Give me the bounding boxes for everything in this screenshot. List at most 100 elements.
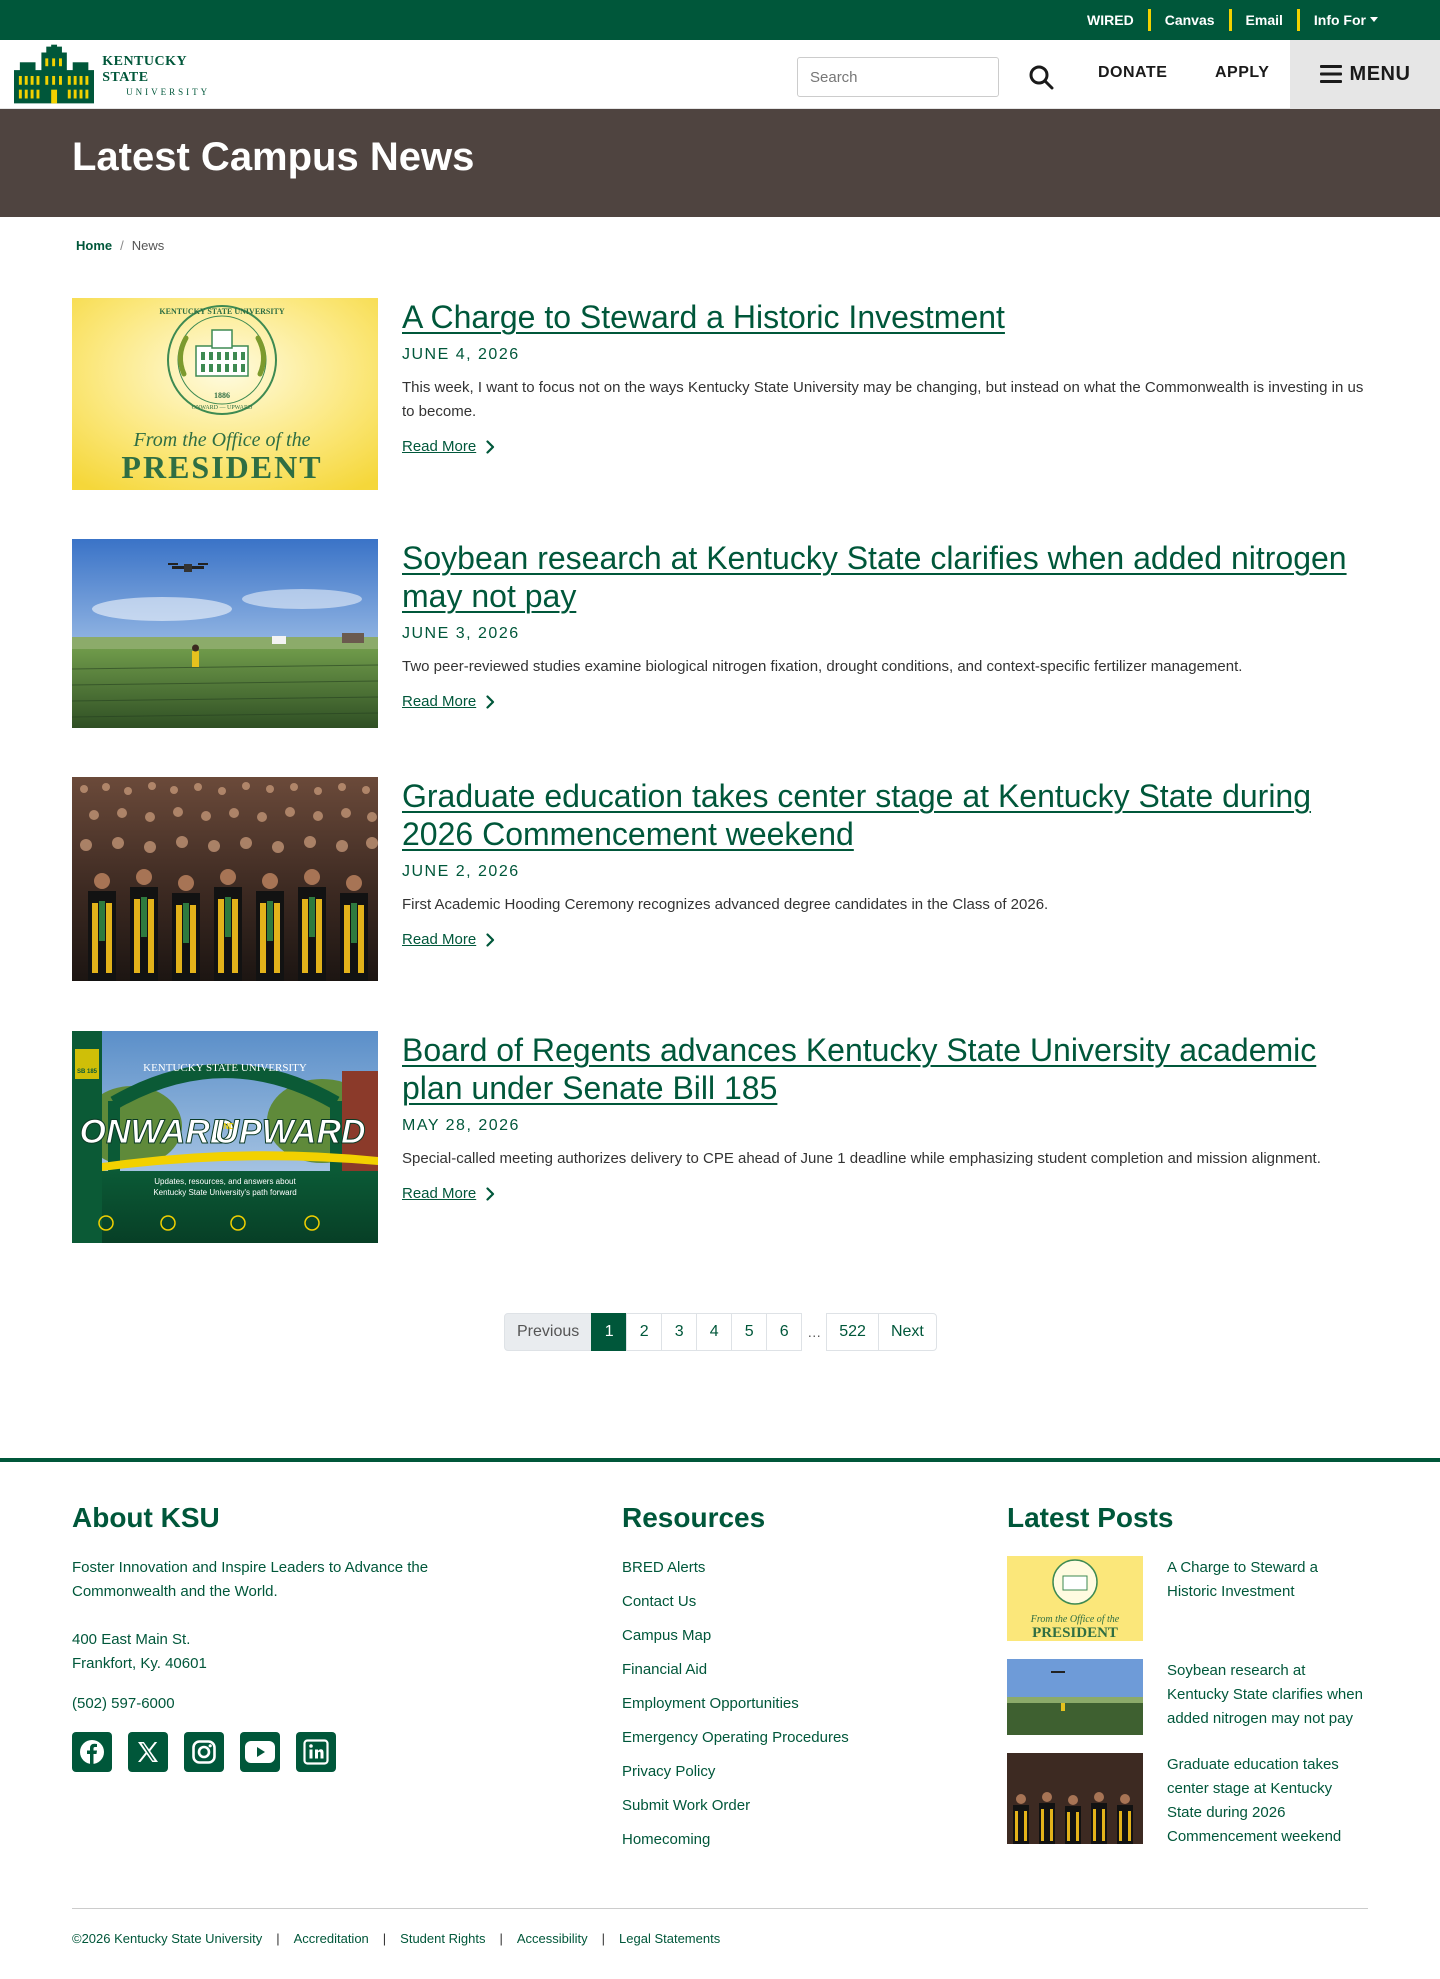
commencement-crowd-image	[72, 777, 378, 981]
soybean-field-thumb	[1007, 1659, 1143, 1735]
chevron-right-icon	[486, 1186, 495, 1201]
breadcrumb-home[interactable]: Home	[76, 238, 112, 253]
article-thumbnail[interactable]: KENTUCKY STATE UNIVERSITY SB 185 ONWARD …	[72, 1031, 378, 1243]
latest-post-title[interactable]: A Charge to Steward a Historic Investmen…	[1167, 1556, 1367, 1641]
legal-link-accessibility[interactable]: Accessibility	[517, 1931, 588, 1946]
info-for-label: Info For	[1313, 12, 1366, 28]
footer-latest-posts: Latest Posts From the Office of the PRES…	[1007, 1502, 1368, 1863]
menu-label: MENU	[1349, 62, 1411, 85]
footer-link-privacy-policy[interactable]: Privacy Policy	[622, 1760, 922, 1794]
article-title-link[interactable]: Soybean research at Kentucky State clari…	[402, 539, 1368, 615]
breadcrumb: Home / News	[76, 238, 164, 253]
search-button[interactable]	[1022, 58, 1060, 96]
pagination-previous[interactable]: Previous	[504, 1313, 593, 1351]
apply-link[interactable]: APPLY	[1215, 64, 1269, 82]
legal-separator: |	[382, 1931, 387, 1946]
footer-link-emergency-procedures[interactable]: Emergency Operating Procedures	[622, 1726, 922, 1760]
onward-sub1: Updates, resources, and answers about	[154, 1177, 296, 1186]
menu-button[interactable]: MENU	[1290, 40, 1440, 108]
soybean-field-drone-image	[72, 539, 378, 728]
search-icon	[1029, 65, 1054, 90]
footer-link-campus-map[interactable]: Campus Map	[622, 1624, 922, 1658]
article-thumbnail[interactable]	[72, 539, 378, 728]
instagram-icon[interactable]	[184, 1732, 224, 1772]
article-body: A Charge to Steward a Historic Investmen…	[402, 298, 1368, 456]
copyright-text: ©2026 Kentucky State University	[72, 1931, 263, 1946]
donate-link[interactable]: DONATE	[1098, 64, 1167, 82]
read-more-label: Read More	[402, 693, 477, 710]
hamburger-icon	[1319, 65, 1342, 83]
president-image-line2: PRESIDENT	[121, 449, 322, 485]
legal-link-legal-statements[interactable]: Legal Statements	[619, 1931, 720, 1946]
read-more-label: Read More	[402, 1185, 477, 1202]
pagination-page-4[interactable]: 4	[696, 1313, 733, 1351]
site-header: KENTUCKY STATE UNIVERSITY DONATE APPLY M…	[0, 40, 1440, 109]
info-for-dropdown[interactable]: Info For	[1300, 10, 1392, 30]
read-more-link[interactable]: Read More	[402, 693, 495, 710]
legal-link-student-rights[interactable]: Student Rights	[400, 1931, 485, 1946]
pagination-page-6[interactable]: 6	[766, 1313, 803, 1351]
onward-upward-image: KENTUCKY STATE UNIVERSITY SB 185 ONWARD …	[72, 1031, 378, 1243]
ksu-logo-link[interactable]: KENTUCKY STATE UNIVERSITY	[14, 44, 234, 106]
pagination-page-3[interactable]: 3	[661, 1313, 698, 1351]
legal-link-accreditation[interactable]: Accreditation	[294, 1931, 369, 1946]
read-more-link[interactable]: Read More	[402, 931, 495, 948]
pagination-ellipsis: …	[807, 1324, 822, 1340]
utility-link-email[interactable]: Email	[1232, 10, 1297, 30]
utility-link-wired[interactable]: WIRED	[1073, 10, 1148, 30]
article-title-link[interactable]: Board of Regents advances Kentucky State…	[402, 1031, 1368, 1107]
building-logo-icon	[14, 44, 95, 104]
footer-link-employment[interactable]: Employment Opportunities	[622, 1692, 922, 1726]
article-excerpt: This week, I want to focus not on the wa…	[402, 379, 1364, 420]
thumb-text-line1: From the Office of the	[1030, 1614, 1120, 1625]
footer-divider	[72, 1908, 1368, 1909]
footer-address-line1: 400 East Main St.	[72, 1631, 191, 1648]
article-title-link[interactable]: A Charge to Steward a Historic Investmen…	[402, 298, 1368, 336]
footer-link-homecoming[interactable]: Homecoming	[622, 1828, 922, 1862]
read-more-link[interactable]: Read More	[402, 1185, 495, 1202]
footer-address-line2: Frankfort, Ky. 40601	[72, 1655, 207, 1672]
search-input[interactable]	[797, 57, 999, 97]
social-links	[72, 1732, 492, 1772]
onward-text: ONWARD	[80, 1113, 235, 1151]
x-icon[interactable]	[128, 1732, 168, 1772]
footer-resources: Resources BRED Alerts Contact Us Campus …	[622, 1502, 922, 1862]
latest-post-thumbnail[interactable]	[1007, 1753, 1143, 1844]
article-body: Graduate education takes center stage at…	[402, 777, 1368, 949]
article-thumbnail[interactable]: KENTUCKY STATE UNIVERSITY 1886 ONWARD — …	[72, 298, 378, 490]
pagination-page-1[interactable]: 1	[591, 1313, 628, 1351]
facebook-icon[interactable]	[72, 1732, 112, 1772]
footer-phone[interactable]: (502) 597-6000	[72, 1692, 492, 1716]
pagination: Previous 1 2 3 4 5 6 … 522 Next	[504, 1313, 937, 1351]
read-more-label: Read More	[402, 438, 477, 455]
article-title-link[interactable]: Graduate education takes center stage at…	[402, 777, 1368, 853]
footer-link-contact-us[interactable]: Contact Us	[622, 1590, 922, 1624]
president-image-line1: From the Office of the	[133, 429, 311, 451]
youtube-icon[interactable]	[240, 1732, 280, 1772]
news-article: Soybean research at Kentucky State clari…	[72, 539, 1368, 728]
utility-link-canvas[interactable]: Canvas	[1151, 10, 1229, 30]
latest-post-thumbnail[interactable]	[1007, 1659, 1143, 1735]
article-thumbnail[interactable]	[72, 777, 378, 981]
seal-top-text: KENTUCKY STATE UNIVERSITY	[159, 307, 284, 316]
arch-text: KENTUCKY STATE UNIVERSITY	[143, 1062, 307, 1074]
read-more-link[interactable]: Read More	[402, 438, 495, 455]
latest-post-title[interactable]: Soybean research at Kentucky State clari…	[1167, 1659, 1367, 1735]
pagination-next[interactable]: Next	[877, 1313, 937, 1351]
commencement-thumb	[1007, 1753, 1143, 1844]
legal-separator: |	[499, 1931, 503, 1946]
article-date: MAY 28, 2026	[402, 1117, 520, 1134]
breadcrumb-current: News	[131, 238, 165, 253]
footer-link-bred-alerts[interactable]: BRED Alerts	[622, 1556, 922, 1590]
latest-post-thumbnail[interactable]: From the Office of the PRESIDENT	[1007, 1556, 1143, 1641]
legal-separator: |	[276, 1931, 280, 1946]
latest-post-title[interactable]: Graduate education takes center stage at…	[1167, 1753, 1367, 1849]
latest-post-item: Graduate education takes center stage at…	[1007, 1753, 1368, 1849]
linkedin-icon[interactable]	[296, 1732, 336, 1772]
footer-link-financial-aid[interactable]: Financial Aid	[622, 1658, 922, 1692]
footer-link-submit-work-order[interactable]: Submit Work Order	[622, 1794, 922, 1828]
caret-down-icon	[1370, 17, 1378, 22]
pagination-page-2[interactable]: 2	[626, 1313, 663, 1351]
pagination-page-last[interactable]: 522	[826, 1313, 879, 1351]
pagination-page-5[interactable]: 5	[731, 1313, 768, 1351]
